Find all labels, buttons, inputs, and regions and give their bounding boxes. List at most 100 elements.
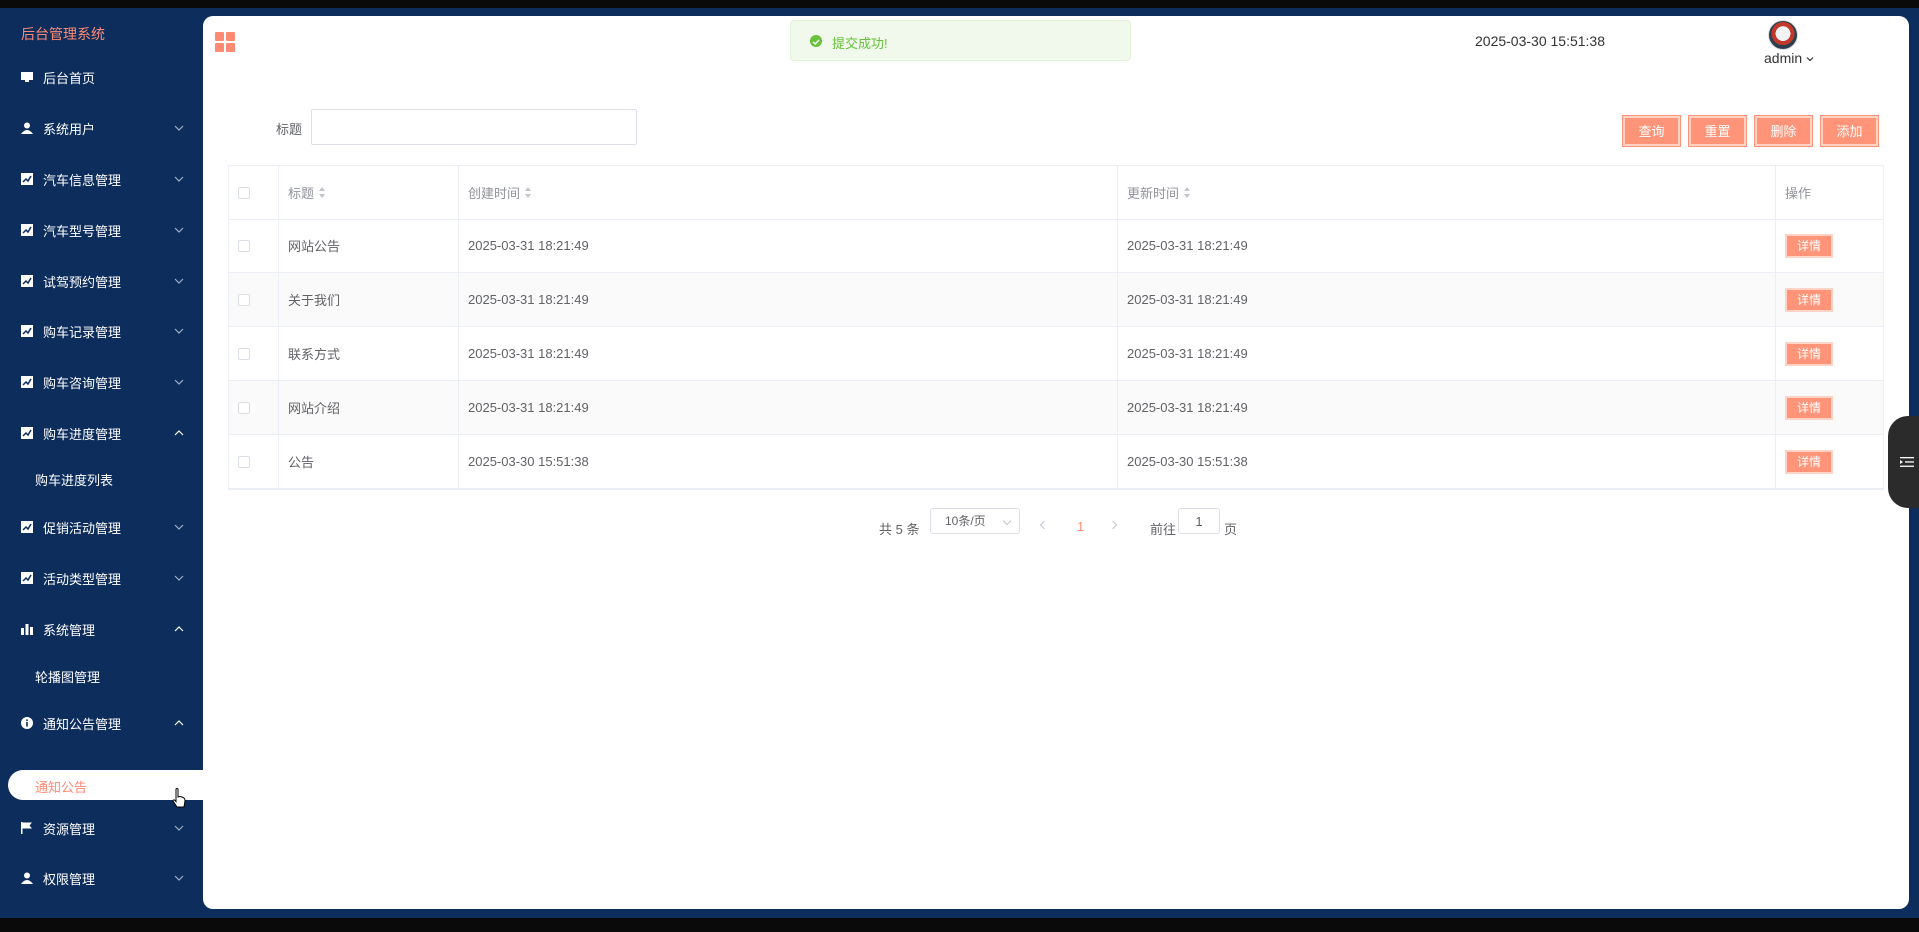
row-checkbox[interactable] xyxy=(238,347,250,360)
sidebar-item-label: 活动类型管理 xyxy=(43,571,122,587)
cell-updated: 2025-03-30 15:51:38 xyxy=(1118,435,1776,488)
query-button[interactable]: 查询 xyxy=(1622,115,1681,147)
sidebar: 后台管理系统 后台首页 系统用户 汽车信息管理 汽车型号管理 试驾预约管理 购车… xyxy=(0,8,203,918)
sidebar-item-system-management[interactable]: 系统管理 xyxy=(0,609,203,649)
add-button[interactable]: 添加 xyxy=(1820,115,1879,147)
chevron-up-icon xyxy=(174,430,184,436)
sidebar-item-car-info[interactable]: 汽车信息管理 xyxy=(0,159,203,199)
cell-title: 联系方式 xyxy=(279,327,459,380)
chevron-down-icon xyxy=(174,875,184,881)
table-row[interactable]: 网站公告 2025-03-31 18:21:49 2025-03-31 18:2… xyxy=(229,219,1883,273)
table-row[interactable]: 网站介绍 2025-03-31 18:21:49 2025-03-31 18:2… xyxy=(229,381,1883,435)
sidebar-item-promotions[interactable]: 促销活动管理 xyxy=(0,507,203,547)
search-title-label: 标题 xyxy=(276,122,303,137)
chevron-down-icon xyxy=(174,176,184,182)
cell-created: 2025-03-31 18:21:49 xyxy=(459,327,1118,380)
username: admin xyxy=(1764,50,1803,66)
sidebar-item-test-drive[interactable]: 试驾预约管理 xyxy=(0,261,203,301)
sidebar-item-label: 汽车信息管理 xyxy=(43,172,122,188)
detail-button[interactable]: 详情 xyxy=(1785,287,1833,312)
row-select-cell xyxy=(229,381,279,434)
header-datetime: 2025-03-30 15:51:38 xyxy=(1475,33,1605,49)
row-checkbox[interactable] xyxy=(238,239,250,252)
row-checkbox[interactable] xyxy=(238,401,250,414)
page-size-select[interactable]: 10条/页 xyxy=(930,508,1020,534)
column-header-action: 操作 xyxy=(1785,186,1812,201)
chevron-down-icon xyxy=(1002,516,1012,526)
sidebar-item-permissions[interactable]: 权限管理 xyxy=(0,858,203,898)
column-header-title[interactable]: 标题 xyxy=(279,166,459,219)
bar-chart-icon xyxy=(21,623,33,635)
page-size-value: 10条/页 xyxy=(945,514,986,528)
sidebar-item-notice-management[interactable]: 通知公告管理 xyxy=(0,703,203,743)
sort-icon[interactable] xyxy=(319,186,326,199)
grid-menu-icon[interactable] xyxy=(215,32,235,52)
detail-button[interactable]: 详情 xyxy=(1785,233,1833,258)
chevron-up-icon xyxy=(174,720,184,726)
sidebar-item-label: 后台首页 xyxy=(43,70,96,86)
table-row[interactable]: 关于我们 2025-03-31 18:21:49 2025-03-31 18:2… xyxy=(229,273,1883,327)
chart-icon xyxy=(21,325,33,337)
sidebar-item-activity-types[interactable]: 活动类型管理 xyxy=(0,558,203,598)
success-toast: 提交成功! xyxy=(790,20,1131,61)
table-header-row: 标题 创建时间 更新时间 操作 xyxy=(229,166,1883,220)
table-row[interactable]: 联系方式 2025-03-31 18:21:49 2025-03-31 18:2… xyxy=(229,327,1883,381)
info-icon xyxy=(21,717,33,729)
sidebar-item-label: 系统管理 xyxy=(43,622,96,638)
side-drawer-toggle[interactable] xyxy=(1888,416,1919,508)
chart-icon xyxy=(21,427,33,439)
row-checkbox[interactable] xyxy=(238,455,250,468)
row-checkbox[interactable] xyxy=(238,293,250,306)
sidebar-item-resources[interactable]: 资源管理 xyxy=(0,808,203,848)
prev-page-button[interactable] xyxy=(1039,519,1047,531)
chart-icon xyxy=(21,275,33,287)
sidebar-item-purchase-progress[interactable]: 购车进度管理 xyxy=(0,413,203,453)
chevron-down-icon xyxy=(1806,57,1814,62)
sidebar-item-label: 权限管理 xyxy=(43,871,96,887)
table-row[interactable]: 公告 2025-03-30 15:51:38 2025-03-30 15:51:… xyxy=(229,435,1883,489)
sidebar-item-label: 通知公告管理 xyxy=(43,716,122,732)
cell-action: 详情 xyxy=(1776,327,1883,380)
main-panel: 提交成功! 2025-03-30 15:51:38 admin 标题 查询 重置… xyxy=(203,16,1909,909)
sidebar-item-system-users[interactable]: 系统用户 xyxy=(0,108,203,148)
sidebar-item-purchase-records[interactable]: 购车记录管理 xyxy=(0,311,203,351)
current-page[interactable]: 1 xyxy=(1077,519,1084,534)
delete-button[interactable]: 删除 xyxy=(1754,115,1813,147)
user-menu[interactable]: admin xyxy=(1764,50,1814,66)
search-title-input[interactable] xyxy=(311,109,637,145)
sidebar-item-purchase-consult[interactable]: 购车咨询管理 xyxy=(0,362,203,402)
avatar[interactable] xyxy=(1768,20,1798,50)
reset-button[interactable]: 重置 xyxy=(1688,115,1747,147)
column-header-updated[interactable]: 更新时间 xyxy=(1118,166,1776,219)
cell-title: 关于我们 xyxy=(279,273,459,326)
column-header-created[interactable]: 创建时间 xyxy=(459,166,1118,219)
select-all-checkbox[interactable] xyxy=(238,186,250,199)
cell-created: 2025-03-31 18:21:49 xyxy=(459,219,1118,272)
chevron-up-icon xyxy=(174,626,184,632)
cell-title: 公告 xyxy=(279,435,459,488)
sidebar-item-label: 促销活动管理 xyxy=(43,520,122,536)
cell-action: 详情 xyxy=(1776,273,1883,326)
next-page-button[interactable] xyxy=(1110,519,1118,531)
sidebar-subitem-progress-list[interactable]: 购车进度列表 xyxy=(35,470,113,489)
sidebar-item-home[interactable]: 后台首页 xyxy=(0,57,203,97)
cell-title: 网站介绍 xyxy=(279,381,459,434)
goto-label: 前往 xyxy=(1150,522,1177,537)
sidebar-item-car-model[interactable]: 汽车型号管理 xyxy=(0,210,203,250)
sort-icon[interactable] xyxy=(525,186,532,199)
menu-fold-icon xyxy=(1900,457,1914,467)
goto-page-input[interactable] xyxy=(1178,508,1220,534)
cell-action: 详情 xyxy=(1776,381,1883,434)
sort-icon[interactable] xyxy=(1184,186,1191,199)
hand-pointer-icon xyxy=(172,788,186,808)
top-border xyxy=(0,0,1919,8)
sidebar-item-label: 资源管理 xyxy=(43,821,96,837)
detail-button[interactable]: 详情 xyxy=(1785,395,1833,420)
pagination-total: 共 5 条 xyxy=(879,522,920,537)
sidebar-subitem-notice[interactable]: 通知公告 xyxy=(35,777,87,796)
cell-action: 详情 xyxy=(1776,219,1883,272)
sidebar-subitem-carousel[interactable]: 轮播图管理 xyxy=(35,667,100,686)
detail-button[interactable]: 详情 xyxy=(1785,449,1833,474)
sidebar-item-label: 试驾预约管理 xyxy=(43,274,122,290)
detail-button[interactable]: 详情 xyxy=(1785,341,1833,366)
